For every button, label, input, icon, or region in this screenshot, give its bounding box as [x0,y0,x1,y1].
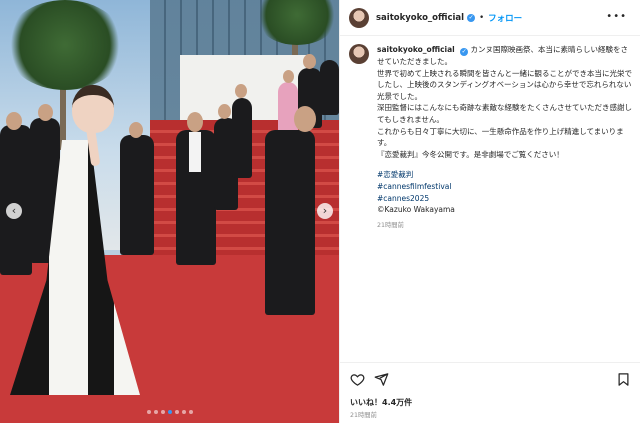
share-icon[interactable] [374,372,389,387]
verified-badge-icon: ✓ [467,13,476,22]
carousel-dot [153,410,158,414]
carousel-prev-button[interactable]: ‹ [6,203,22,219]
person [232,98,252,178]
username-link[interactable]: saitokyoko_official [376,13,464,23]
caption-time: 21時間前 [377,221,404,229]
person-head [38,104,53,121]
carousel-dot [188,410,193,414]
carousel-dot [181,410,186,414]
person-head [129,122,143,138]
separator: • [479,12,485,23]
photo-credit: ©Kazuko Wakayama [377,205,455,215]
person [320,60,339,115]
like-count[interactable]: いいね！4.4万件 [350,397,412,408]
carousel-dot [146,410,151,414]
waving-hand [85,112,101,130]
person-head [187,112,203,132]
hashtag-link[interactable]: #cannes2025 [377,193,633,205]
caption-line: 深田監督にはこんなにも奇跡な素敵な経験をたくさんさせていただき感謝してもしきれま… [377,103,632,124]
hashtag-link[interactable]: #恋愛裁判 [377,169,633,181]
post-time: 21時間前 [350,412,377,419]
carousel-dot [167,410,172,414]
carousel-dot [160,410,165,414]
action-bar: いいね！4.4万件 21時間前 [340,362,640,423]
person-head [283,70,294,83]
caption-username[interactable]: saitokyoko_official [377,45,455,54]
person-head [235,84,247,98]
shirt [189,132,201,172]
caption-line: 世界で初めて上映される瞬間を皆さんと一緒に観ることができ本当に光栄でしたし、上映… [377,68,632,101]
person-head [6,112,22,130]
person-head [294,106,316,132]
heart-icon[interactable] [350,372,365,387]
verified-badge-icon: ✓ [460,48,469,56]
caption-body: saitokyoko_official ✓ カンヌ国際映画祭、本当に素晴らしい経… [377,44,633,231]
person-head [303,54,316,69]
caption-line: 『恋愛裁判』今冬公開です。是非劇場でご覧ください！ [377,149,564,159]
carousel-next-button[interactable]: › [317,203,333,219]
person-head [218,104,231,119]
post-details-panel: saitokyoko_official ✓ • フォロー ••• saitoky… [339,0,640,423]
instagram-post: ‹ › saitokyoko_official ✓ • フォロー ••• sai… [0,0,640,423]
person [0,125,32,275]
hashtag-link[interactable]: #cannesfilmfestival [377,181,633,193]
man-in-tuxedo [265,130,315,315]
more-options-icon[interactable]: ••• [606,11,627,22]
carousel-dot [174,410,179,414]
follow-button[interactable]: フォロー [488,12,522,24]
caption: saitokyoko_official ✓ カンヌ国際映画祭、本当に素晴らしい経… [349,44,633,231]
palm-tree [5,0,125,90]
caption-line: これからも日々丁寧に大切に、一生懸命作品を作り上げ精進してまいります。 [377,126,624,148]
avatar[interactable] [349,7,369,28]
person [120,135,154,255]
caption-avatar[interactable] [349,44,369,64]
carousel-indicator [0,410,339,414]
post-header: saitokyoko_official ✓ • フォロー ••• [340,0,640,36]
bookmark-icon[interactable] [616,372,631,387]
post-photo[interactable]: ‹ › [0,0,339,423]
